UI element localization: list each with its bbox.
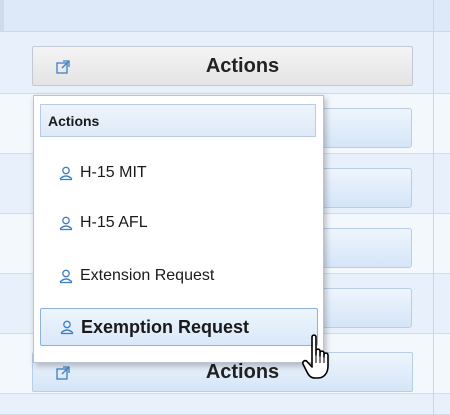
- menu-item-label: H-15 MIT: [80, 164, 147, 181]
- row-action-button[interactable]: [320, 288, 412, 328]
- actions-button-label: Actions: [205, 360, 280, 383]
- actions-button-label: Actions: [205, 54, 280, 77]
- actions-button[interactable]: Actions: [32, 46, 413, 86]
- row-action-button[interactable]: [320, 108, 412, 148]
- menu-item-h15-mit[interactable]: H-15 MIT: [40, 154, 318, 192]
- row-action-button[interactable]: [320, 168, 412, 208]
- actions-dropdown-menu: Actions H-15 MIT H-15 AFL Extension Requ…: [33, 95, 324, 363]
- menu-item-label: Exemption Request: [81, 316, 250, 337]
- column-divider: [433, 0, 434, 415]
- user-icon: [60, 320, 74, 335]
- menu-item-extension-request[interactable]: Extension Request: [40, 257, 318, 295]
- menu-item-exemption-request[interactable]: Exemption Request: [40, 308, 318, 346]
- menu-item-label: H-15 AFL: [80, 214, 148, 231]
- user-icon: [59, 269, 73, 284]
- row-action-button[interactable]: [320, 228, 412, 268]
- menu-item-h15-afl[interactable]: H-15 AFL: [40, 204, 318, 242]
- menu-item-label: Extension Request: [80, 267, 215, 284]
- user-icon: [59, 216, 73, 231]
- user-icon: [59, 166, 73, 181]
- table-row: [0, 394, 450, 415]
- hand-pointer-cursor-icon: [302, 334, 329, 379]
- dropdown-header: Actions: [40, 104, 316, 137]
- grid-header-band: [0, 0, 450, 32]
